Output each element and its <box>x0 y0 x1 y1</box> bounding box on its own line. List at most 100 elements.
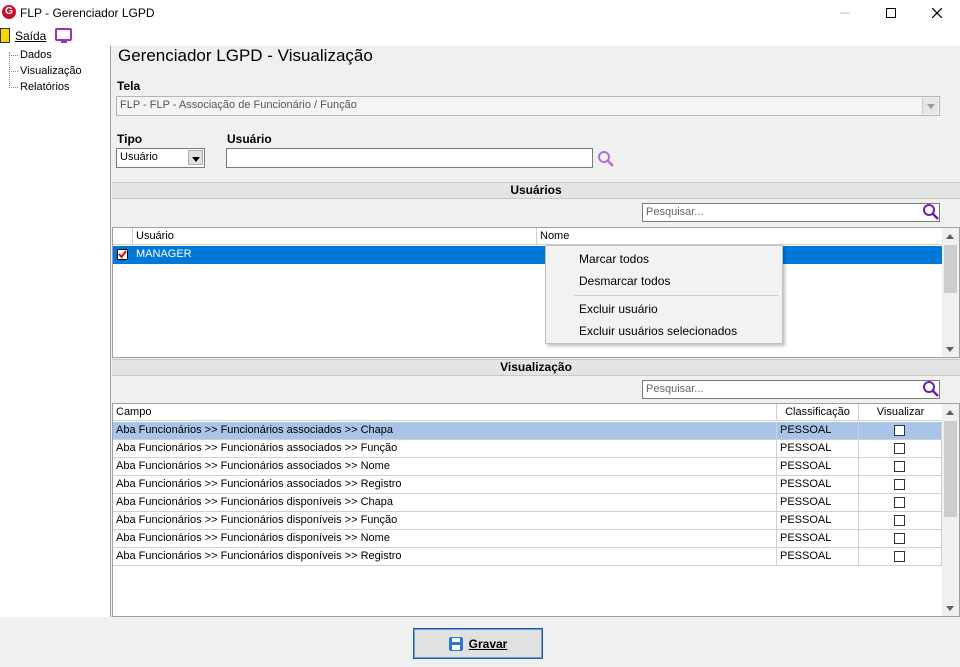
search-icon[interactable] <box>922 380 940 398</box>
users-grid: Usuário Nome MANAGER <box>112 227 960 358</box>
tree-connector <box>9 55 18 56</box>
menu-item-desmarcar-todos[interactable]: Desmarcar todos <box>579 274 670 288</box>
classificacao-cell: PESSOAL <box>777 476 859 494</box>
title-bar: G FLP - Gerenciador LGPD <box>0 0 960 26</box>
window-title: FLP - Gerenciador LGPD <box>20 6 155 20</box>
users-search-input[interactable]: Pesquisar... <box>642 203 940 222</box>
visualizar-checkbox[interactable] <box>894 551 905 562</box>
campo-cell: Aba Funcionários >> Funcionários associa… <box>113 476 777 494</box>
table-row[interactable]: Aba Funcionários >> Funcionários disponí… <box>113 512 942 530</box>
usuario-input[interactable] <box>226 148 593 168</box>
grid-header-visualizar[interactable]: Visualizar <box>859 404 942 421</box>
chevron-down-icon[interactable] <box>188 150 203 165</box>
table-row[interactable]: Aba Funcionários >> Funcionários associa… <box>113 440 942 458</box>
users-scrollbar[interactable] <box>942 228 959 357</box>
sidebar-tree: Dados Visualização Relatórios <box>0 46 111 617</box>
tipo-value: Usuário <box>120 151 158 163</box>
view-grid: Campo Classificação Visualizar Aba Funci… <box>112 403 960 617</box>
view-scrollbar[interactable] <box>942 404 959 616</box>
grid-header-nome[interactable]: Nome <box>537 228 942 245</box>
scroll-up-icon[interactable] <box>946 234 954 239</box>
visualizar-checkbox[interactable] <box>894 479 905 490</box>
sidebar-item-visualizacao[interactable]: Visualização <box>20 65 82 77</box>
exit-icon[interactable] <box>0 28 10 43</box>
visualizar-cell <box>859 440 942 458</box>
menu-separator <box>574 295 779 296</box>
scroll-down-icon[interactable] <box>946 606 954 611</box>
campo-cell: Aba Funcionários >> Funcionários disponí… <box>113 512 777 530</box>
scroll-thumb[interactable] <box>944 421 957 517</box>
close-icon <box>932 8 942 18</box>
visualizar-cell <box>859 476 942 494</box>
save-button[interactable]: Gravar <box>413 628 543 659</box>
classificacao-cell: PESSOAL <box>777 530 859 548</box>
sidebar-item-dados[interactable]: Dados <box>20 49 52 61</box>
visualizar-cell <box>859 494 942 512</box>
menu-item-marcar-todos[interactable]: Marcar todos <box>579 252 649 266</box>
tipo-select[interactable]: Usuário <box>116 148 205 168</box>
campo-cell: Aba Funcionários >> Funcionários associa… <box>113 440 777 458</box>
menu-exit[interactable]: Saída <box>15 29 46 43</box>
table-row[interactable]: Aba Funcionários >> Funcionários disponí… <box>113 494 942 512</box>
visualizar-cell <box>859 530 942 548</box>
campo-cell: Aba Funcionários >> Funcionários disponí… <box>113 530 777 548</box>
save-button-label: Gravar <box>468 636 508 651</box>
visualizar-checkbox[interactable] <box>894 515 905 526</box>
classificacao-cell: PESSOAL <box>777 512 859 530</box>
check-icon <box>118 250 127 259</box>
tipo-label: Tipo <box>117 132 143 146</box>
save-disk-icon <box>448 636 463 651</box>
classificacao-cell: PESSOAL <box>777 440 859 458</box>
tela-value: FLP - FLP - Associação de Funcionário / … <box>120 99 357 111</box>
table-row[interactable]: Aba Funcionários >> Funcionários associa… <box>113 476 942 494</box>
campo-cell: Aba Funcionários >> Funcionários disponí… <box>113 494 777 512</box>
view-search-input[interactable]: Pesquisar... <box>642 380 940 399</box>
campo-cell: Aba Funcionários >> Funcionários disponí… <box>113 548 777 566</box>
visualizar-checkbox[interactable] <box>894 443 905 454</box>
page-title: Gerenciador LGPD - Visualização <box>118 46 373 65</box>
close-button[interactable] <box>914 0 960 26</box>
maximize-icon <box>886 8 896 18</box>
users-section-header: Usuários <box>112 182 960 199</box>
chevron-down-icon[interactable] <box>922 98 938 114</box>
sidebar-item-relatorios[interactable]: Relatórios <box>20 81 70 93</box>
visualizar-checkbox[interactable] <box>894 533 905 544</box>
minimize-icon <box>840 12 850 14</box>
row-checkbox[interactable] <box>117 249 128 260</box>
tree-connector <box>9 71 18 72</box>
classificacao-cell: PESSOAL <box>777 494 859 512</box>
table-row[interactable]: Aba Funcionários >> Funcionários associa… <box>113 422 942 440</box>
menu-bar: Saída <box>0 26 960 46</box>
classificacao-cell: PESSOAL <box>777 458 859 476</box>
campo-cell: Aba Funcionários >> Funcionários associa… <box>113 422 777 440</box>
app-logo-icon: G <box>2 5 16 19</box>
scroll-up-icon[interactable] <box>946 410 954 415</box>
visualizar-checkbox[interactable] <box>894 497 905 508</box>
scroll-thumb[interactable] <box>944 245 957 293</box>
maximize-button[interactable] <box>868 0 914 26</box>
visualizar-checkbox[interactable] <box>894 425 905 436</box>
screen-icon[interactable] <box>55 28 72 43</box>
usuario-label: Usuário <box>227 132 272 146</box>
tela-label: Tela <box>117 79 141 93</box>
table-row[interactable]: Aba Funcionários >> Funcionários disponí… <box>113 530 942 548</box>
menu-item-excluir-usuario[interactable]: Excluir usuário <box>579 302 658 316</box>
grid-header-classificacao[interactable]: Classificação <box>777 404 859 421</box>
table-row[interactable]: Aba Funcionários >> Funcionários disponí… <box>113 548 942 566</box>
classificacao-cell: PESSOAL <box>777 422 859 440</box>
table-row[interactable]: Aba Funcionários >> Funcionários associa… <box>113 458 942 476</box>
visualizar-cell <box>859 512 942 530</box>
table-row[interactable]: MANAGER <box>113 246 942 264</box>
search-icon[interactable] <box>597 150 615 168</box>
context-menu: Marcar todos Desmarcar todos Excluir usu… <box>545 245 783 344</box>
classificacao-cell: PESSOAL <box>777 548 859 566</box>
grid-header-campo[interactable]: Campo <box>113 404 777 421</box>
tela-select[interactable]: FLP - FLP - Associação de Funcionário / … <box>116 96 940 116</box>
visualizar-checkbox[interactable] <box>894 461 905 472</box>
grid-header-usuario[interactable]: Usuário <box>133 228 537 245</box>
menu-item-excluir-selecionados[interactable]: Excluir usuários selecionados <box>579 324 737 338</box>
scroll-down-icon[interactable] <box>946 347 954 352</box>
minimize-button[interactable] <box>822 0 868 26</box>
grid-header-check <box>113 228 133 245</box>
search-icon[interactable] <box>922 203 940 221</box>
